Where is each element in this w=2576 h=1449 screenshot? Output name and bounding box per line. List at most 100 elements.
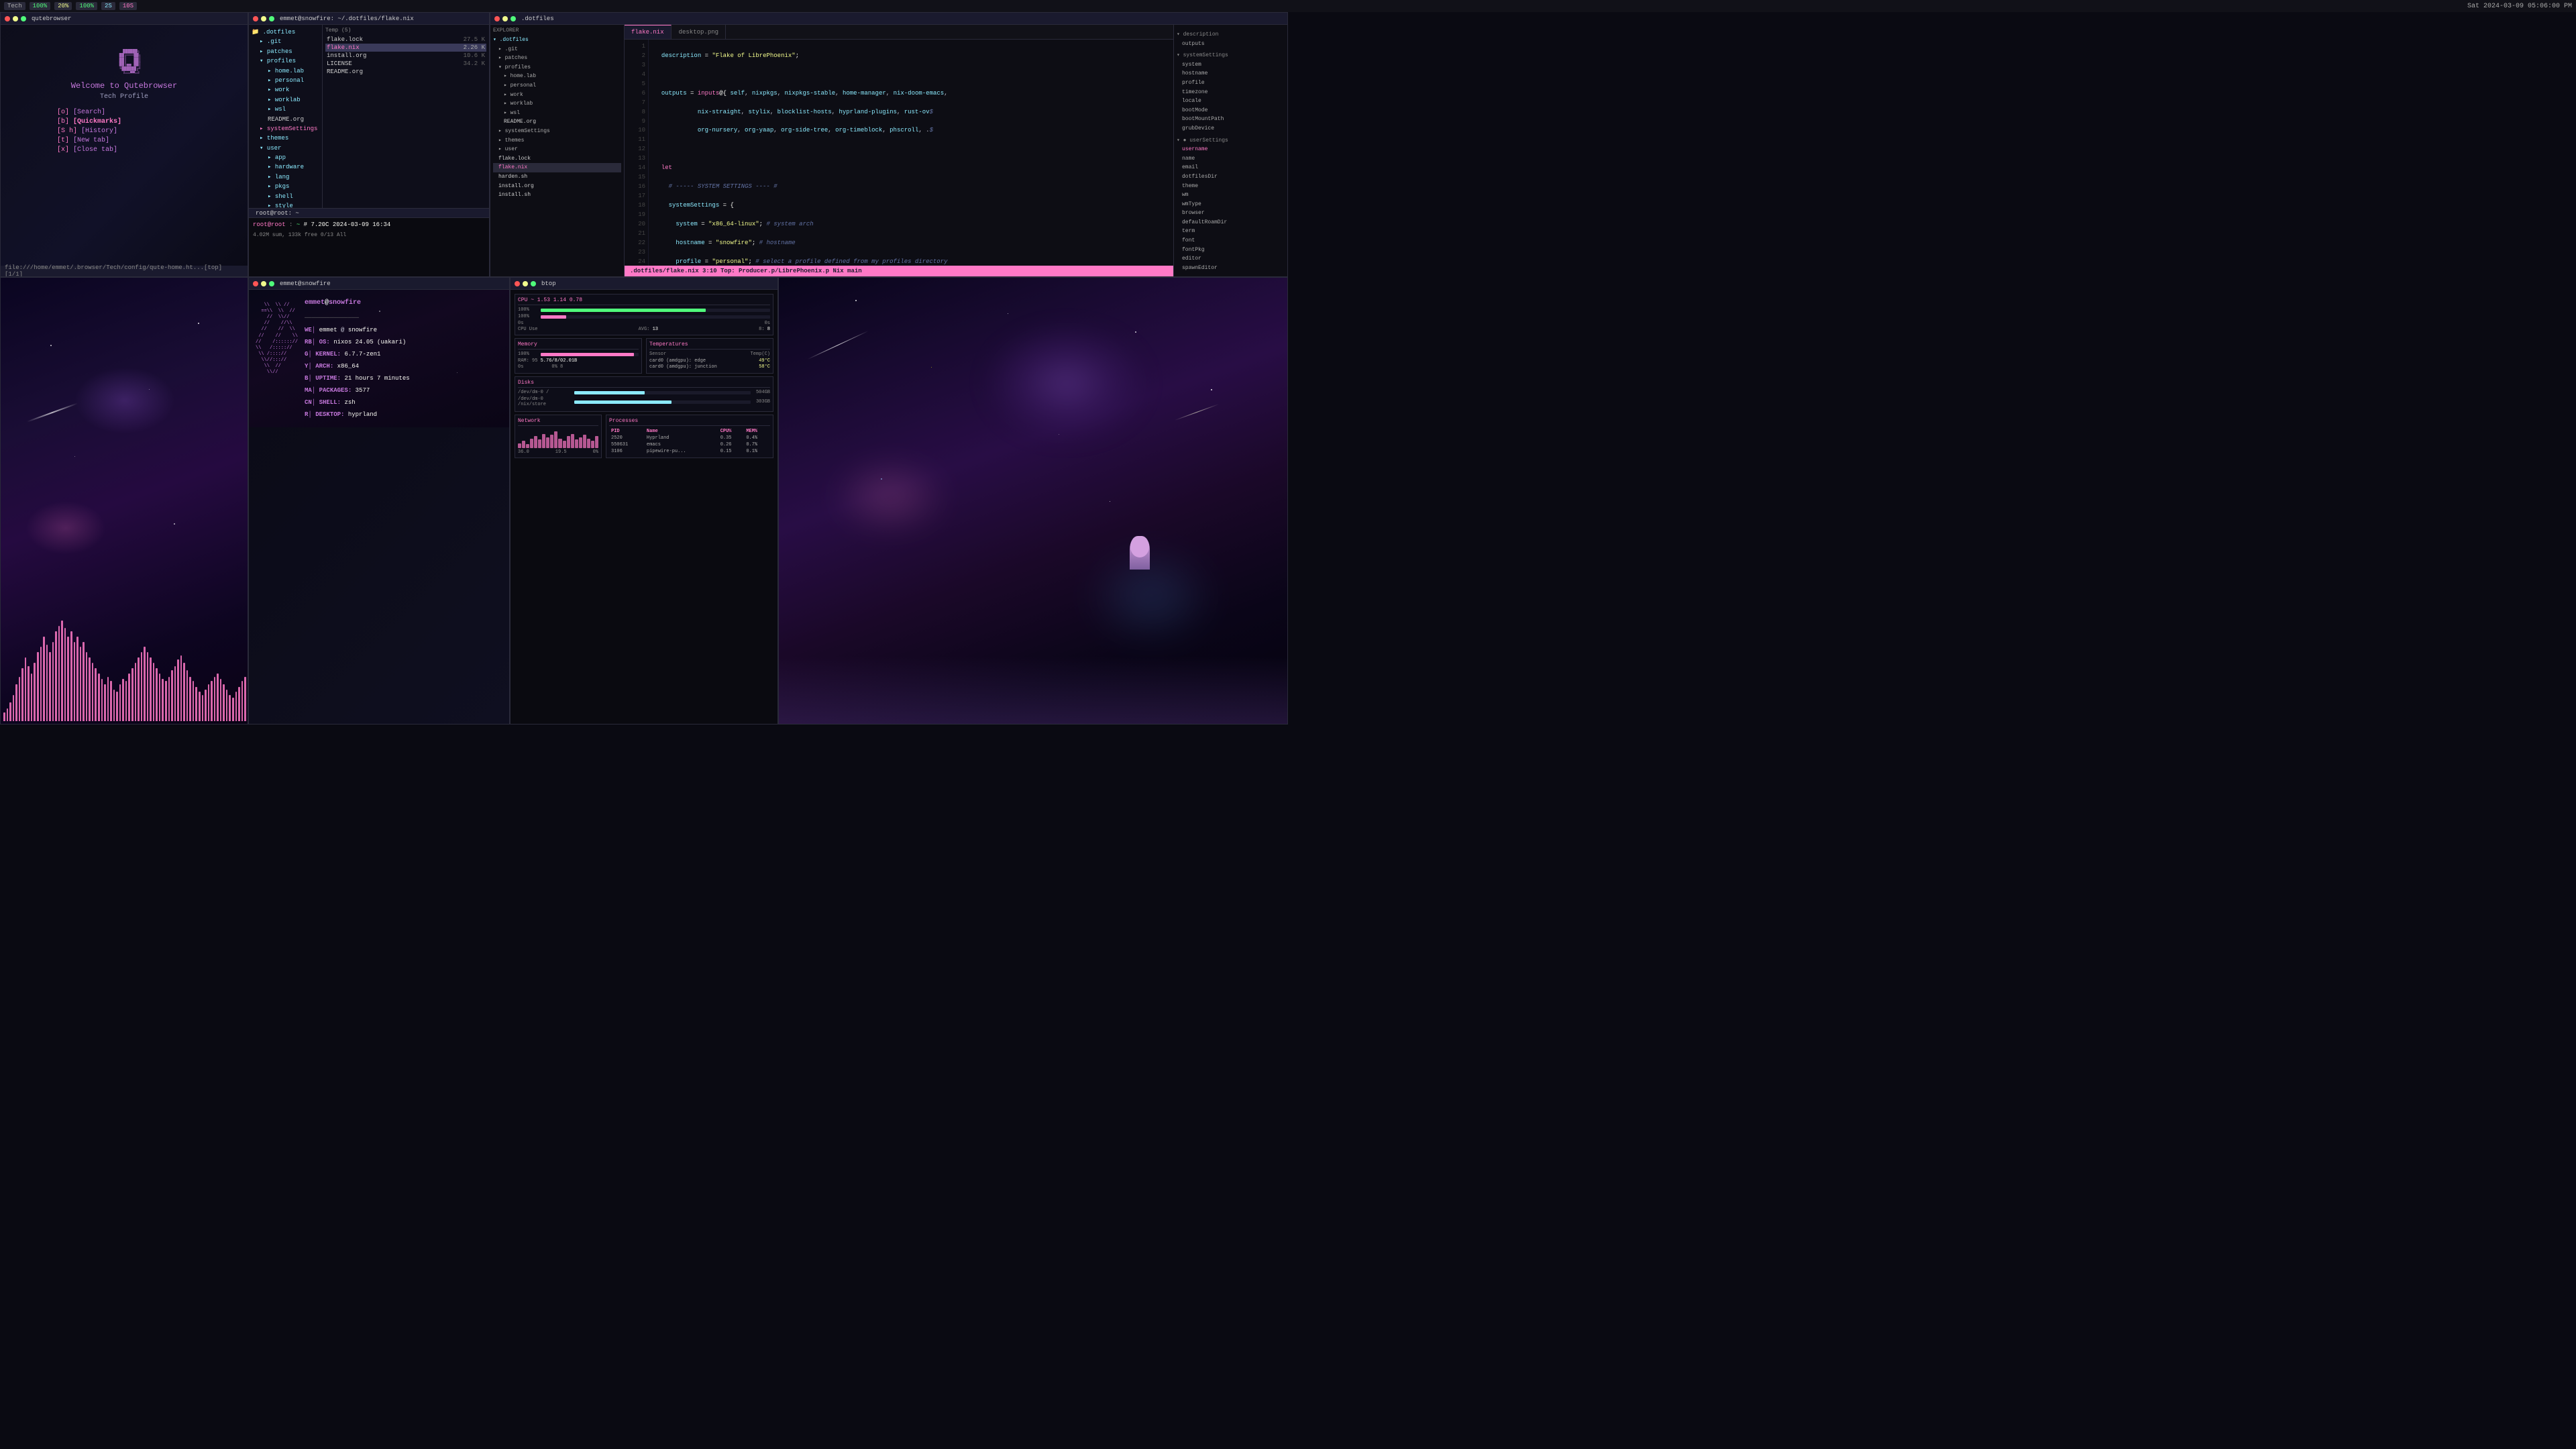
vis-bar [101,679,103,721]
outline-profile[interactable]: profile [1177,78,1285,88]
dir-pkgs[interactable]: ▸ pkgs [252,182,319,191]
file-flakelock[interactable]: flake.lock 27.5 K [325,36,486,44]
min-btn[interactable] [523,281,528,286]
max-btn[interactable] [269,16,274,21]
max-btn[interactable] [21,16,26,21]
min-btn[interactable] [502,16,508,21]
ft-dotfiles[interactable]: ▾ .dotfiles [493,36,621,45]
max-btn[interactable] [511,16,516,21]
ft-patches[interactable]: ▸ patches [493,54,621,63]
ft-profiles[interactable]: ▾ profiles [493,63,621,72]
top-bar-left: Tech 100% 20% 100% 2S 10S [4,2,137,10]
ft-harden[interactable]: harden.sh [493,172,621,182]
ft-syssettings[interactable]: ▸ systemSettings [493,127,621,136]
dir-patches[interactable]: ▸ patches [252,47,319,56]
dir-personal[interactable]: ▸ personal [252,76,319,85]
file-readme2[interactable]: README.org [325,68,486,76]
tab-flakenix[interactable]: flake.nix [625,25,672,39]
dir-shell[interactable]: ▸ shell [252,192,319,201]
outline-bootmode[interactable]: bootMode [1177,106,1285,115]
dir-homelab[interactable]: ▸ home.lab [252,66,319,76]
min-btn[interactable] [261,16,266,21]
file-install-org[interactable]: install.org 10.6 K [325,52,486,60]
max-btn[interactable] [531,281,536,286]
outline-dotfilesdir[interactable]: dotfilesDir [1177,172,1285,182]
vis-bar [162,679,164,721]
close-btn[interactable] [5,16,10,21]
outline-bootmount[interactable]: bootMountPath [1177,115,1285,124]
outline-sect-syssettings: ▾ systemSettings [1177,51,1285,60]
outline-name[interactable]: name [1177,154,1285,164]
outline-editor[interactable]: editor [1177,254,1285,264]
close-btn[interactable] [515,281,520,286]
min-btn[interactable] [261,281,266,286]
dir-wsl[interactable]: ▸ wsl [252,105,319,114]
disks-panel: Disks /dev/dm-0 / 504GB /dev/dm-0 /nix/s… [515,376,773,412]
close-btn[interactable] [253,16,258,21]
code-text[interactable]: description = "Flake of LibrePhoenix"; o… [649,40,1173,266]
outline-fontpkg[interactable]: fontPkg [1177,246,1285,255]
dir-syssettings[interactable]: ▸ systemSettings [252,124,319,133]
outline-outputs[interactable]: outputs [1177,40,1285,49]
outline-theme[interactable]: theme [1177,182,1285,191]
max-btn[interactable] [269,281,274,286]
file-license[interactable]: LICENSE 34.2 K [325,60,486,68]
close-btn[interactable] [253,281,258,286]
dir-themes[interactable]: ▸ themes [252,133,319,143]
ft-user[interactable]: ▸ user [493,145,621,154]
dir-hardware[interactable]: ▸ hardware [252,162,319,172]
outline-username[interactable]: username [1177,145,1285,154]
tab-desktop[interactable]: desktop.png [672,25,726,39]
net-down-label: 36.0 [518,449,529,455]
ft-wsl[interactable]: ▸ wsl [493,109,621,118]
qb-search[interactable]: [o] [Search] [57,109,191,116]
qb-quickmarks[interactable]: [b] [Quickmarks] [57,118,191,125]
vis-bar [223,684,225,721]
dir-user[interactable]: ▾ user [252,144,319,153]
file-readme[interactable]: README.org [252,115,319,124]
outline-timezone[interactable]: timezone [1177,88,1285,97]
dir-style[interactable]: ▸ style [252,201,319,208]
close-btn[interactable] [494,16,500,21]
ft-readme[interactable]: README.org [493,117,621,127]
min-btn[interactable] [13,16,18,21]
ft-themes[interactable]: ▸ themes [493,136,621,146]
ft-homelab[interactable]: ▸ home.lab [493,72,621,81]
ft-git[interactable]: ▸ .git [493,45,621,54]
outline-defaultroamdir[interactable]: defaultRoamDir [1177,218,1285,227]
qb-newtab[interactable]: [t] [New tab] [57,137,191,144]
dir-lang[interactable]: ▸ lang [252,172,319,182]
ft-personal[interactable]: ▸ personal [493,81,621,91]
dir-dotfiles[interactable]: 📁 .dotfiles [252,28,319,37]
outline-term[interactable]: term [1177,227,1285,236]
outline-locale[interactable]: locale [1177,97,1285,106]
outline-system[interactable]: system [1177,60,1285,70]
file-name: flake.nix [327,44,360,51]
ft-flakenix[interactable]: flake.nix [493,163,621,172]
outline-spawnedit[interactable]: spawnEditor [1177,264,1285,273]
outline-hostname[interactable]: hostname [1177,69,1285,78]
outline-email[interactable]: email [1177,163,1285,172]
ft-installorg[interactable]: install.org [493,182,621,191]
ft-worklab[interactable]: ▸ worklab [493,99,621,109]
dir-app[interactable]: ▸ app [252,153,319,162]
outline-browser[interactable]: browser [1177,209,1285,218]
outline-grubdevice[interactable]: grubDevice [1177,124,1285,133]
dir-worklab[interactable]: ▸ worklab [252,95,319,105]
ft-flakelock[interactable]: flake.lock [493,154,621,164]
qb-history[interactable]: [S h] [History] [57,127,191,135]
cpu-panel: CPU ~ 1.53 1.14 0.78 100% 100% 0s 0s [515,294,773,335]
cpu-info-label: CPU Use [518,327,537,332]
dir-profiles[interactable]: ▾ profiles [252,56,319,66]
cpu-fill-1 [541,309,706,312]
ft-work[interactable]: ▸ work [493,91,621,100]
outline-font[interactable]: font [1177,236,1285,246]
qb-close[interactable]: [x] [Close tab] [57,146,191,154]
term-path: ~ [297,221,300,228]
dir-git[interactable]: ▸ .git [252,37,319,46]
ft-installsh[interactable]: install.sh [493,191,621,200]
outline-wmtype[interactable]: wmType [1177,200,1285,209]
dir-work[interactable]: ▸ work [252,85,319,95]
file-flakenix[interactable]: flake.nix 2.26 K [325,44,486,52]
outline-wm[interactable]: wm [1177,191,1285,200]
